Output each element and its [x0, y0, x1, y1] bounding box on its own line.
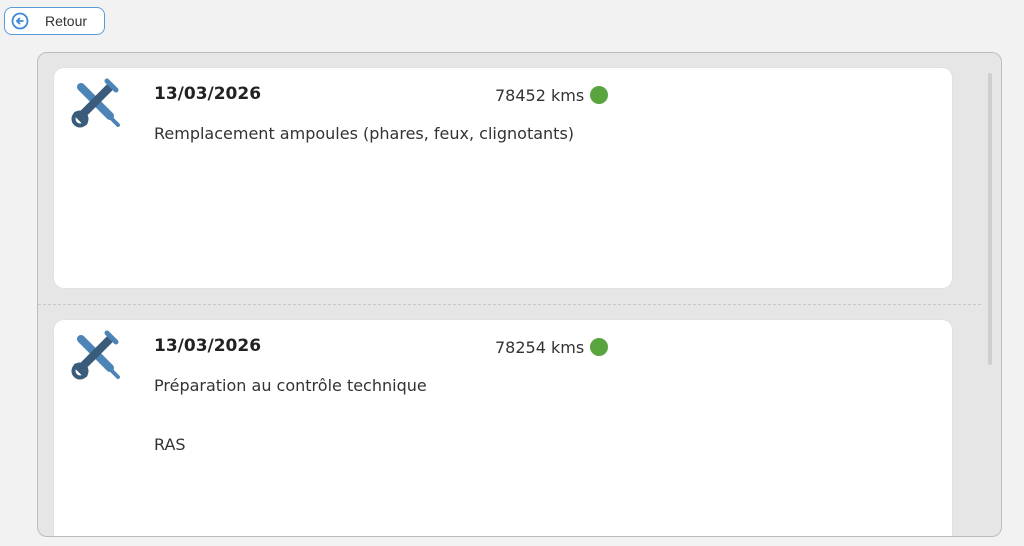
maintenance-list[interactable]: 13/03/2026 78452 kms Remplacement ampoul… — [37, 52, 1002, 537]
maintenance-card[interactable]: 13/03/2026 78254 kms Préparation au cont… — [54, 320, 952, 536]
record-description: Remplacement ampoules (phares, feux, cli… — [154, 124, 575, 143]
back-button[interactable]: Retour — [4, 7, 105, 35]
scrollbar[interactable] — [987, 73, 993, 365]
tools-icon — [68, 75, 123, 130]
record-description: Préparation au contrôle technique — [154, 376, 427, 395]
record-mileage: 78254 kms — [495, 338, 585, 357]
back-button-label: Retour — [45, 13, 88, 29]
back-arrow-icon — [11, 12, 29, 30]
maintenance-card[interactable]: 13/03/2026 78452 kms Remplacement ampoul… — [54, 68, 952, 288]
record-note: RAS — [154, 435, 186, 454]
record-mileage: 78452 kms — [495, 86, 585, 105]
record-date: 13/03/2026 — [154, 336, 262, 356]
status-indicator — [590, 86, 608, 104]
tools-icon — [68, 327, 123, 382]
scrollbar-thumb[interactable] — [988, 73, 992, 365]
list-separator — [38, 304, 981, 305]
status-indicator — [590, 338, 608, 356]
record-date: 13/03/2026 — [154, 84, 262, 104]
